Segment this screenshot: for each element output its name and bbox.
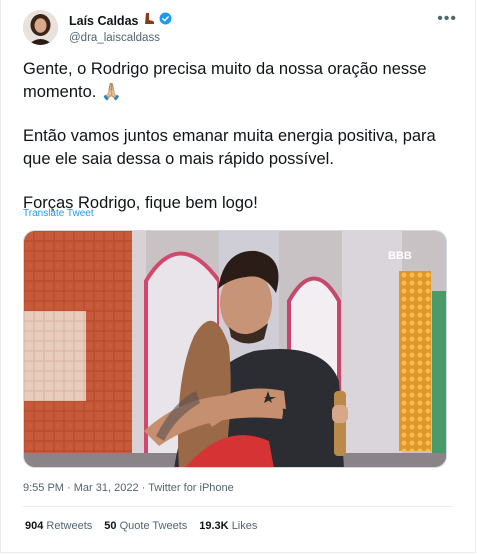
tweet-paragraph: Então vamos juntos emanar muita energia … [23,127,436,168]
tweet-paragraph: Gente, o Rodrigo precisa muito da nossa … [23,60,427,101]
divider [23,506,453,507]
author-handle[interactable]: @dra_laiscaldass [69,32,172,44]
retweets-label: Retweets [46,520,93,532]
quotes-label: Quote Tweets [119,520,188,532]
tweet-meta: 9:55 PM · Mar 31, 2022 · Twitter for iPh… [23,482,234,494]
likes-stat[interactable]: 19.3K Likes [199,520,257,532]
tweet-source[interactable]: Twitter for iPhone [148,482,234,494]
tweet-time[interactable]: 9:55 PM [23,482,64,494]
likes-count: 19.3K [199,520,229,532]
quotes-count: 50 [104,520,117,532]
verified-badge-icon [159,12,172,30]
engagement-stats: 904 Retweets 50 Quote Tweets 19.3K Likes [25,520,257,532]
meta-separator: · [141,482,146,494]
more-options-icon[interactable]: ••• [437,10,457,28]
tweet-card: Laís Caldas @dra_laiscaldass ••• Gente, … [0,0,476,553]
quote-tweets-stat[interactable]: 50 Quote Tweets [104,520,187,532]
translate-tweet-link[interactable]: Translate Tweet [23,208,94,219]
bbb-logo-text: BBB [388,250,412,262]
tweet-photo[interactable]: BBB [23,230,447,468]
boot-emoji-icon [142,12,155,30]
meta-separator: · [67,482,71,494]
tweet-header: Laís Caldas @dra_laiscaldass ••• [23,10,461,50]
photo-hug-scene: BBB [24,231,446,467]
retweets-stat[interactable]: 904 Retweets [25,520,92,532]
retweets-count: 904 [25,520,44,532]
author-avatar[interactable] [23,10,58,45]
likes-label: Likes [231,520,258,532]
author-name[interactable]: Laís Caldas [69,14,138,28]
tweet-date[interactable]: Mar 31, 2022 [74,482,139,494]
